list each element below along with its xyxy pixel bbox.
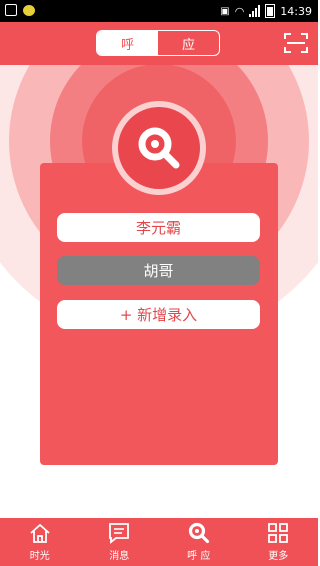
contact-item-selected[interactable]: 胡哥	[57, 256, 260, 285]
signal-icon	[249, 5, 261, 17]
bottom-tab-bar: 时光 消息 呼 应 更多	[0, 518, 318, 566]
search-logo-icon[interactable]	[118, 107, 200, 189]
home-icon	[30, 523, 50, 543]
scan-icon[interactable]	[284, 33, 308, 53]
message-icon	[109, 523, 130, 544]
contact-item[interactable]: 李元霸	[57, 213, 260, 242]
wifi-icon: ◠	[234, 4, 245, 18]
search-logo-icon	[188, 522, 209, 544]
tab-label: 消息	[109, 551, 130, 562]
segment-ying[interactable]: 应	[158, 31, 219, 55]
chat-notification-icon	[23, 4, 35, 16]
battery-icon	[265, 4, 276, 18]
tab-huying[interactable]: 呼 应	[159, 518, 239, 566]
screenshot-icon	[5, 4, 17, 16]
sim-icon: ▣	[220, 5, 230, 17]
tab-more[interactable]: 更多	[239, 518, 319, 566]
tab-label: 时光	[29, 551, 50, 562]
tab-label: 呼 应	[187, 551, 211, 562]
segment-control: 呼 应	[96, 30, 220, 56]
tab-time[interactable]: 时光	[0, 518, 80, 566]
segment-hu[interactable]: 呼	[97, 31, 158, 55]
grid-icon	[268, 523, 289, 543]
tab-label: 更多	[268, 551, 289, 562]
status-time: 14:39	[280, 4, 312, 18]
status-bar: ▣ ◠ 14:39	[0, 0, 318, 22]
tab-messages[interactable]: 消息	[80, 518, 160, 566]
add-entry-button[interactable]: + 新增录入	[57, 300, 260, 329]
